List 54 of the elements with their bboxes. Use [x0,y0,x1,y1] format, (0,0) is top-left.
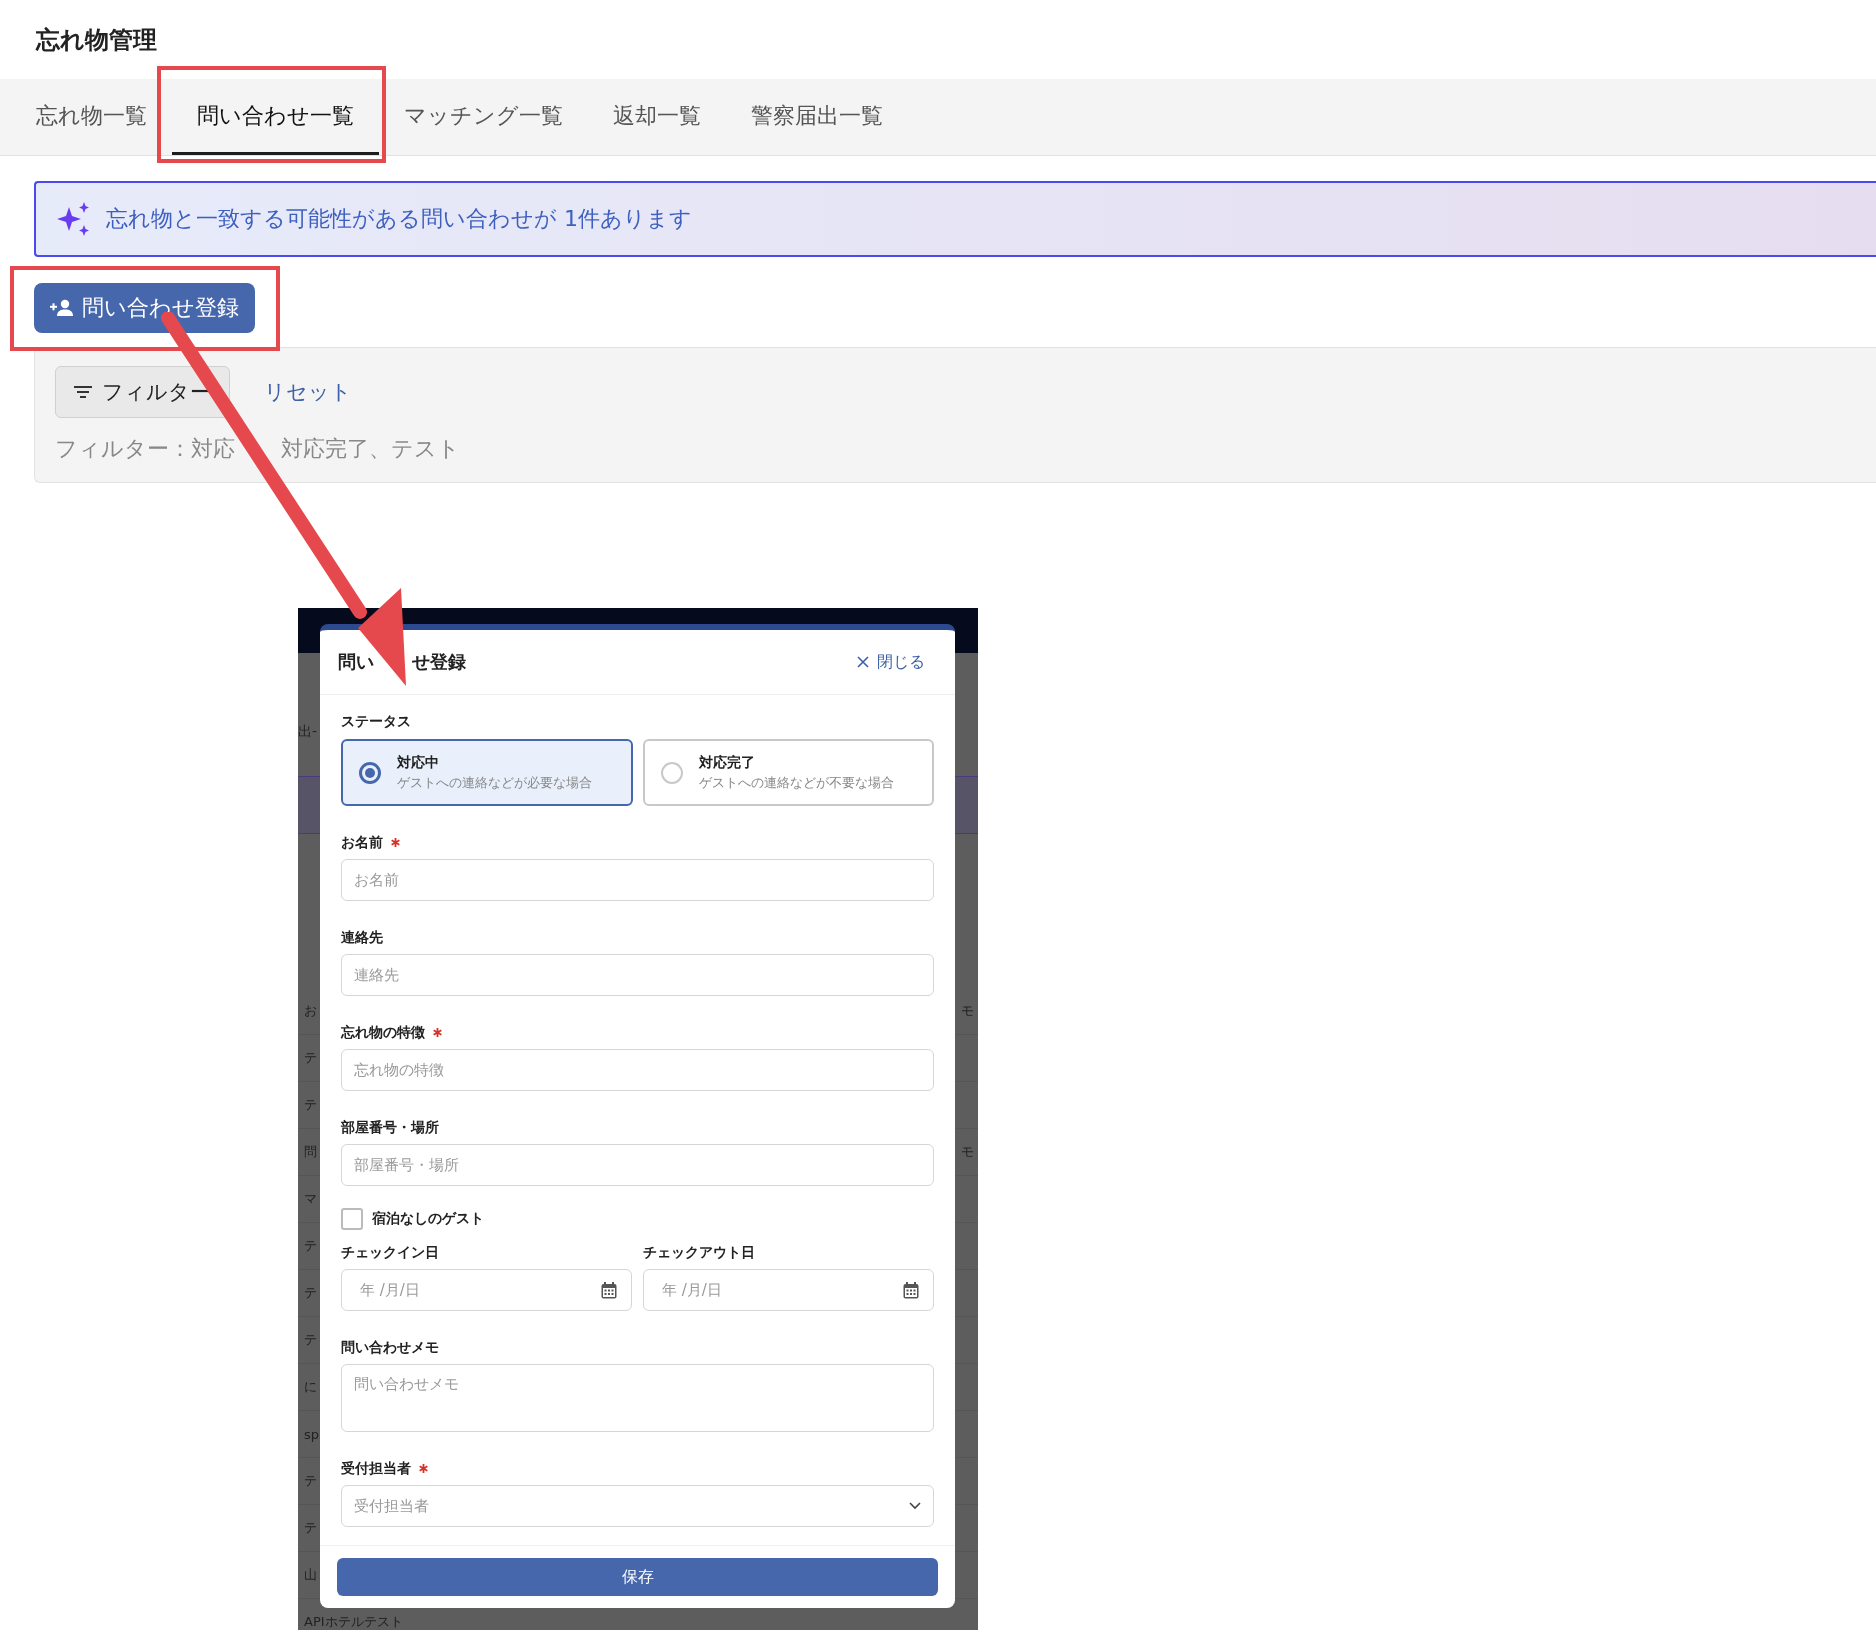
app-title: 忘れ物管理 [34,25,158,56]
field-label: お名前 [341,833,383,852]
field-label: チェックイン日 [341,1243,440,1262]
radio-button[interactable] [359,761,381,784]
input-field[interactable]: 連絡先 [341,954,934,996]
tab[interactable]: 問い合わせ一覧 [172,79,379,155]
close-icon [857,656,869,668]
background-text: 問 [304,1143,317,1161]
input-field[interactable]: 部屋番号・場所 [341,1144,934,1186]
checkbox-label: 宿泊なしのゲスト [372,1210,484,1228]
status-option[interactable]: 対応中 ゲストへの連絡などが必要な場合 [341,739,633,806]
tab[interactable]: 警察届出一覧 [726,79,908,155]
calendar-icon [903,1281,919,1299]
field-label: 忘れ物の特徴 [341,1023,425,1042]
background-text: 出- [298,723,318,741]
background-text: に [304,1378,317,1396]
tab[interactable]: マッチング一覧 [379,79,588,155]
option-label: 対応中 [397,753,440,772]
background-text: 山 [304,1566,317,1584]
memo-field[interactable]: 問い合わせメモ [341,1364,934,1432]
chevron-down-icon [909,1502,921,1510]
dialog-title: 問い [338,650,374,674]
save-button[interactable]: 保存 [337,1558,938,1596]
background-text: sp [304,1426,320,1442]
option-label: 対応完了 [698,753,756,772]
calendar-icon [601,1281,617,1299]
status-option[interactable]: 対応完了 ゲストへの連絡などが不要な場合 [642,739,934,806]
input-field[interactable]: 忘れ物の特徴 [341,1049,934,1091]
notice-text: 忘れ物と一致する可能性がある問い合わせが 1件あります [106,205,692,233]
option-description: ゲストへの連絡などが必要な場合 [397,774,592,792]
background-text: マ [304,1190,317,1208]
person-add-icon [50,299,74,317]
filter-summary: フィルター：対応 [55,435,235,463]
checkbox[interactable] [341,1208,363,1230]
reset-link[interactable]: リセット [264,378,352,406]
option-description: ゲストへの連絡などが不要な場合 [698,774,894,792]
field-label: 受付担当者 [341,1459,411,1478]
tab[interactable]: 忘れ物一覧 [11,79,172,155]
field-label: 部屋番号・場所 [341,1118,439,1137]
background-text: お [304,1002,317,1020]
field-label: チェックアウト日 [643,1243,756,1262]
input-field[interactable]: お名前 [341,859,934,901]
radio-button[interactable] [660,761,683,784]
filter-summary: 対応完了、テスト [281,435,460,463]
dialog-title: せ登録 [412,650,466,674]
sparkle-icon [56,201,92,237]
field-label: ステータス [341,712,412,731]
field-label: 問い合わせメモ [341,1338,439,1357]
filter-icon [74,385,92,399]
tab[interactable]: 返却一覧 [588,79,726,155]
close-button[interactable]: 閉じる [851,650,931,674]
background-text: モ [961,1002,974,1020]
background-text: モ [961,1143,974,1161]
field-label: 連絡先 [341,928,383,947]
